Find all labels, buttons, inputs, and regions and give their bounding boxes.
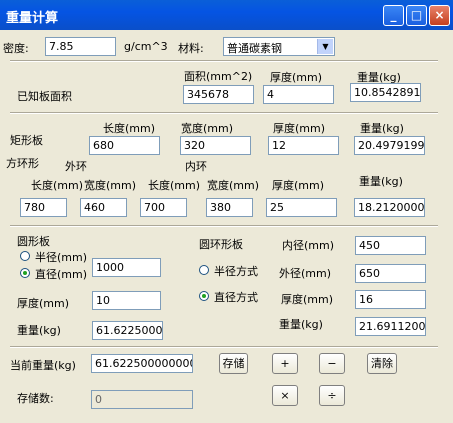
square-weight-output[interactable]: 18.21200000 xyxy=(354,198,425,217)
maximize-icon: □ xyxy=(410,8,423,22)
density-label: 密度: xyxy=(3,42,29,55)
square-thickness-input[interactable]: 25 xyxy=(266,198,337,217)
plate-label: 已知板面积 xyxy=(17,90,72,103)
inner-length-header: 长度(mm) xyxy=(148,179,201,192)
square-weight-header: 重量(kg) xyxy=(359,175,403,188)
inner-length-input[interactable]: 700 xyxy=(140,198,187,217)
density-input[interactable]: 7.85 xyxy=(45,37,116,56)
radius-option-label: 半径(mm) xyxy=(35,251,88,264)
divider-4 xyxy=(10,346,438,348)
rect-thickness-input[interactable]: 12 xyxy=(268,136,339,155)
minimize-button[interactable]: _ xyxy=(383,5,404,26)
stored-value-output: 0 xyxy=(91,390,193,409)
square-thickness-header: 厚度(mm) xyxy=(272,179,325,192)
rect-length-input[interactable]: 680 xyxy=(89,136,160,155)
divider-1 xyxy=(10,60,438,62)
plate-weight-output[interactable]: 10.85428919 xyxy=(350,83,421,102)
circle-weight-output[interactable]: 61.62250000 xyxy=(92,321,163,340)
multiply-button[interactable]: × xyxy=(272,385,298,406)
weight-calc-window: 重量计算 _ □ × 密度: 7.85 g/cm^3 材料: 普通碳素钢 ▼ 面… xyxy=(0,0,453,423)
circle-size-input[interactable]: 1000 xyxy=(92,258,161,277)
title-bar[interactable]: 重量计算 _ □ × xyxy=(0,0,453,30)
ring-diameter-label: 直径方式 xyxy=(214,291,258,304)
clear-button[interactable]: 清除 xyxy=(367,353,397,374)
outer-length-input[interactable]: 780 xyxy=(20,198,67,217)
ring-thickness-label: 厚度(mm) xyxy=(281,293,334,306)
divider-3 xyxy=(10,225,438,227)
store-button[interactable]: 存储 xyxy=(219,353,248,374)
ring-diameter-radio[interactable] xyxy=(199,291,209,301)
rect-weight-header: 重量(kg) xyxy=(360,122,404,135)
ring-radius-label: 半径方式 xyxy=(214,265,258,278)
divide-button[interactable]: ÷ xyxy=(319,385,345,406)
diameter-option-label: 直径(mm) xyxy=(35,268,88,281)
ring-outer-input[interactable]: 650 xyxy=(355,264,426,283)
circle-weight-label: 重量(kg) xyxy=(17,324,61,337)
stored-label: 存储数: xyxy=(17,392,54,405)
chevron-down-icon[interactable]: ▼ xyxy=(317,39,333,54)
ring-label: 圆环形板 xyxy=(199,238,243,251)
rect-width-header: 宽度(mm) xyxy=(181,122,234,135)
inner-width-input[interactable]: 380 xyxy=(206,198,253,217)
square-label: 方环形 xyxy=(6,157,39,170)
ring-outer-label: 外径(mm) xyxy=(279,267,332,280)
circle-thickness-label: 厚度(mm) xyxy=(17,297,70,310)
close-button[interactable]: × xyxy=(429,5,450,26)
ring-inner-input[interactable]: 450 xyxy=(355,236,426,255)
inner-ring-label: 内环 xyxy=(185,160,207,173)
density-unit: g/cm^3 xyxy=(124,40,168,53)
outer-width-header: 宽度(mm) xyxy=(84,179,137,192)
rect-width-input[interactable]: 320 xyxy=(180,136,251,155)
outer-ring-label: 外环 xyxy=(65,160,87,173)
rect-weight-output[interactable]: 20.49791999 xyxy=(354,136,425,155)
ring-thickness-input[interactable]: 16 xyxy=(355,290,426,309)
material-value: 普通碳素钢 xyxy=(227,42,282,55)
window-title: 重量计算 xyxy=(6,11,59,26)
rect-label: 矩形板 xyxy=(10,134,43,147)
material-select[interactable]: 普通碳素钢 ▼ xyxy=(223,37,335,56)
current-weight-label: 当前重量(kg) xyxy=(10,359,76,372)
minimize-icon: _ xyxy=(390,8,397,22)
plate-thickness-header: 厚度(mm) xyxy=(270,71,323,84)
plate-area-input[interactable]: 345678 xyxy=(183,85,254,104)
current-weight-output[interactable]: 61.6225000000000 xyxy=(91,354,193,373)
material-label: 材料: xyxy=(178,42,204,55)
maximize-button[interactable]: □ xyxy=(406,5,427,26)
inner-width-header: 宽度(mm) xyxy=(207,179,260,192)
diameter-radio[interactable] xyxy=(20,268,30,278)
ring-radius-radio[interactable] xyxy=(199,265,209,275)
rect-length-header: 长度(mm) xyxy=(103,122,156,135)
circle-label: 圆形板 xyxy=(17,235,50,248)
plate-thickness-input[interactable]: 4 xyxy=(263,85,334,104)
ring-inner-label: 内径(mm) xyxy=(282,239,335,252)
minus-button[interactable]: − xyxy=(319,353,345,374)
radius-radio[interactable] xyxy=(20,251,30,261)
ring-weight-output[interactable]: 21.69112000 xyxy=(355,317,426,336)
circle-thickness-input[interactable]: 10 xyxy=(92,291,161,310)
outer-width-input[interactable]: 460 xyxy=(80,198,127,217)
ring-weight-label: 重量(kg) xyxy=(279,318,323,331)
plate-area-header: 面积(mm^2) xyxy=(184,70,253,83)
divider-2 xyxy=(10,112,438,114)
rect-thickness-header: 厚度(mm) xyxy=(273,122,326,135)
plus-button[interactable]: + xyxy=(272,353,298,374)
close-icon: × xyxy=(434,8,445,22)
outer-length-header: 长度(mm) xyxy=(31,179,84,192)
